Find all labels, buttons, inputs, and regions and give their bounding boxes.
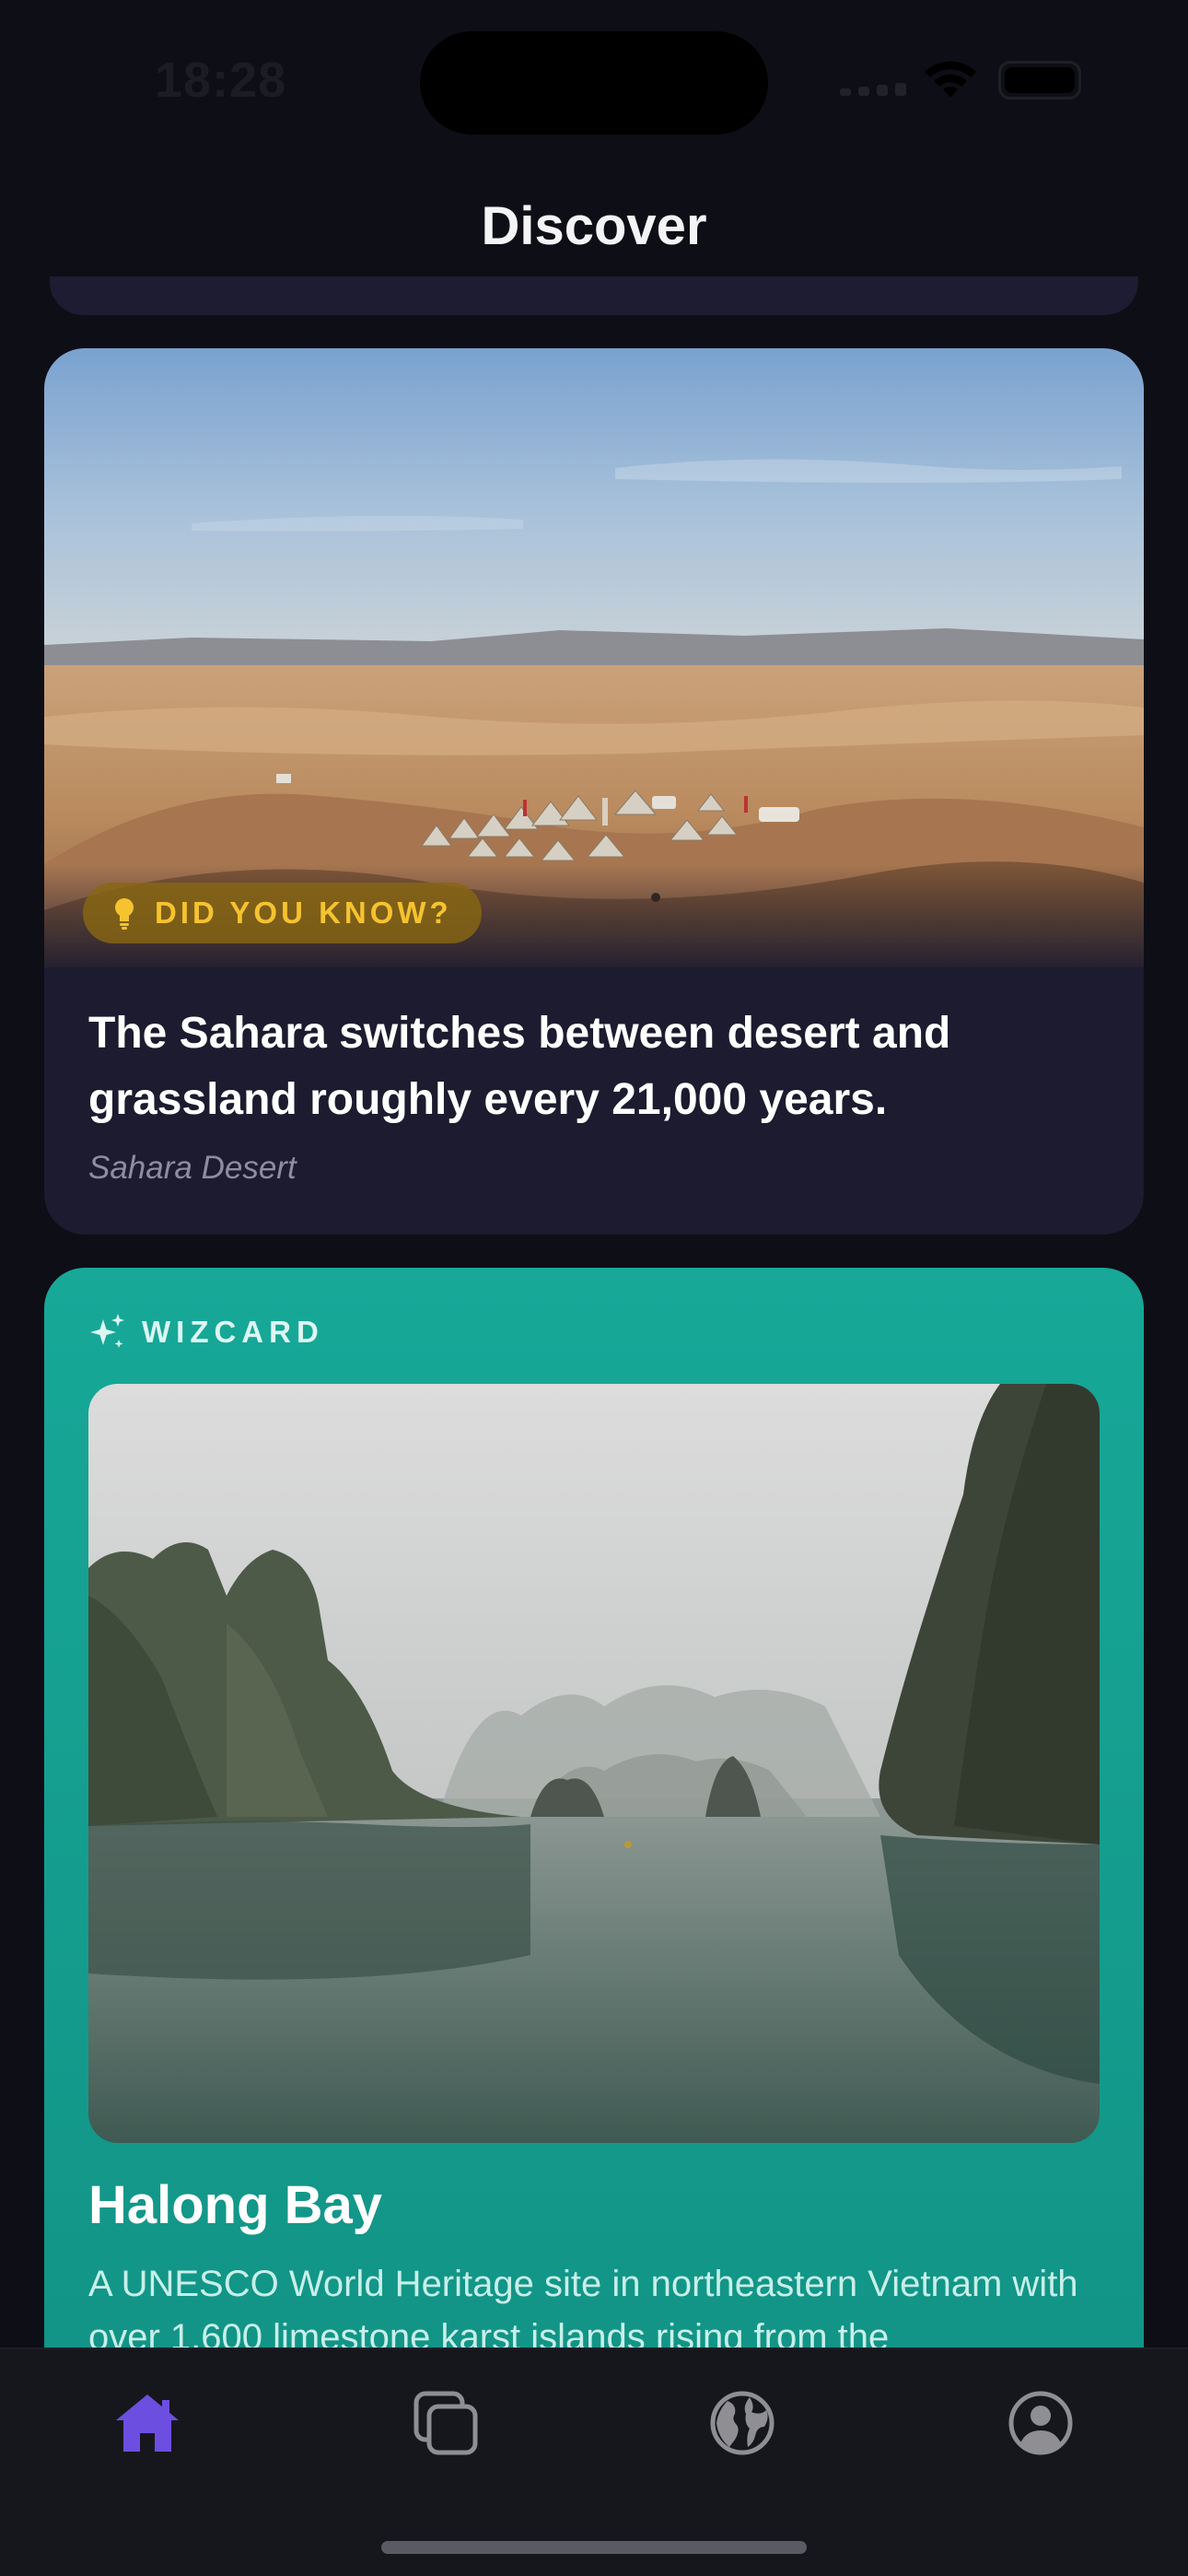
tab-cards[interactable] xyxy=(409,2386,483,2460)
cellular-signal-icon xyxy=(840,83,906,96)
wizcard[interactable]: WIZCARD Halong Bay A UNESCO World Herita… xyxy=(44,1268,1144,2373)
did-you-know-label: DID YOU KNOW? xyxy=(155,896,452,930)
lightbulb-icon xyxy=(115,898,134,930)
previous-card-edge[interactable] xyxy=(50,276,1138,315)
status-time: 18:28 xyxy=(155,53,287,108)
wizcard-header: WIZCARD xyxy=(87,1312,324,1352)
wifi-icon xyxy=(925,61,976,98)
home-icon xyxy=(116,2395,179,2452)
did-you-know-badge: DID YOU KNOW? xyxy=(83,883,482,943)
tab-home[interactable] xyxy=(111,2386,184,2460)
discover-screen: 18:28 Discover DID YOU KNOW? The Sahara … xyxy=(0,0,1188,2576)
fact-location: Sahara Desert xyxy=(88,1150,297,1186)
sparkles-icon xyxy=(90,1314,124,1348)
home-indicator[interactable] xyxy=(381,2541,807,2554)
battery-icon xyxy=(998,61,1081,100)
halong-bay-image xyxy=(88,1384,1100,2143)
fact-text: The Sahara switches between desert and g… xyxy=(88,1009,951,1124)
status-bar: 18:28 xyxy=(0,0,1188,157)
wizcard-title: Halong Bay xyxy=(88,2175,383,2235)
tab-profile[interactable] xyxy=(1004,2386,1077,2460)
tab-explore[interactable] xyxy=(705,2386,779,2460)
cards-icon xyxy=(413,2391,478,2455)
fact-card[interactable]: DID YOU KNOW? The Sahara switches betwee… xyxy=(44,348,1144,1235)
wizcard-label: WIZCARD xyxy=(142,1315,324,1349)
profile-icon xyxy=(1008,2391,1073,2455)
sahara-desert-image xyxy=(44,348,1144,967)
page-title: Discover xyxy=(481,196,707,256)
globe-icon xyxy=(710,2391,775,2455)
dynamic-island xyxy=(420,31,768,135)
